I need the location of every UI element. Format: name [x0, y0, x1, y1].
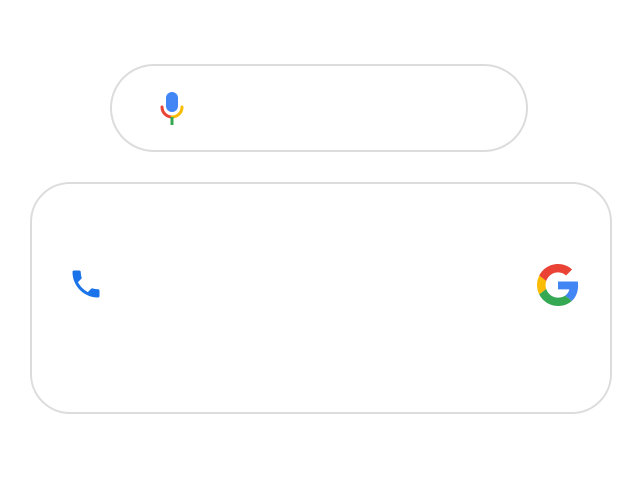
google-g-icon[interactable]	[537, 264, 579, 306]
microphone-icon[interactable]	[158, 92, 186, 128]
shortcut-card	[30, 182, 612, 414]
phone-icon[interactable]	[68, 266, 104, 302]
voice-search-bar[interactable]	[110, 64, 528, 152]
home-screen	[0, 0, 642, 478]
